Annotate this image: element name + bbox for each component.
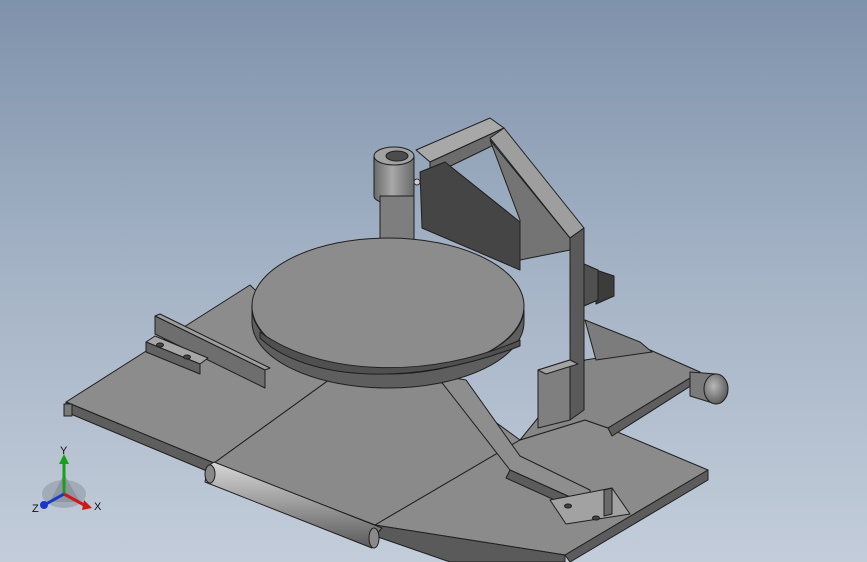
- triad-z-label: Z: [32, 503, 39, 515]
- adjustment-knob: [689, 371, 729, 405]
- triad-x-label: X: [94, 501, 102, 513]
- orientation-triad[interactable]: Y X Z: [26, 444, 110, 520]
- cad-model-3d-view[interactable]: [0, 0, 867, 562]
- cad-graphics-viewport[interactable]: Y X Z: [0, 0, 867, 562]
- round-table: [251, 237, 525, 389]
- triad-y-label: Y: [60, 445, 68, 457]
- hinge-left: [63, 403, 73, 417]
